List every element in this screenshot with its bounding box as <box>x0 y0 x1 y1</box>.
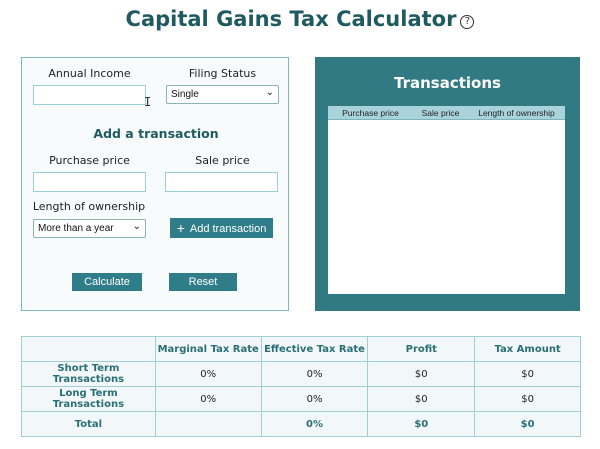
header-tax-amount: Tax Amount <box>474 336 581 362</box>
row-label: Total <box>21 411 156 437</box>
table-row: Short Term Transactions 0% 0% $0 $0 <box>21 361 581 387</box>
results-header-row: Marginal Tax Rate Effective Tax Rate Pro… <box>21 336 581 362</box>
transactions-table: Purchase price Sale price Length of owne… <box>328 106 565 294</box>
header-marginal-tax-rate: Marginal Tax Rate <box>154 336 262 362</box>
filing-status-value: Single <box>171 89 199 100</box>
marginal-tax-rate-cell: 0% <box>154 361 262 387</box>
filing-status-label: Filing Status <box>188 67 257 80</box>
add-transaction-button[interactable]: + Add transaction <box>170 218 273 238</box>
add-transaction-label: Add transaction <box>189 223 267 235</box>
page-title: Capital Gains Tax Calculator? <box>0 7 600 31</box>
text-cursor-icon: I <box>144 95 152 109</box>
transactions-header-row: Purchase price Sale price Length of owne… <box>328 106 565 120</box>
calculate-button[interactable]: Calculate <box>72 273 142 291</box>
reset-button[interactable]: Reset <box>169 273 237 291</box>
row-label: Long Term Transactions <box>21 386 156 412</box>
annual-income-label: Annual Income <box>48 67 131 80</box>
header-effective-tax-rate: Effective Tax Rate <box>260 336 369 362</box>
purchase-price-label: Purchase price <box>49 154 130 167</box>
transactions-panel: Transactions Purchase price Sale price L… <box>315 57 580 311</box>
sale-price-label: Sale price <box>195 154 250 167</box>
marginal-tax-rate-cell: 0% <box>154 386 262 412</box>
effective-tax-rate-cell: 0% <box>260 386 369 412</box>
effective-tax-rate-cell: 0% <box>260 361 369 387</box>
profit-cell: $0 <box>367 361 476 387</box>
tax-amount-cell: $0 <box>474 361 581 387</box>
column-purchase-price: Purchase price <box>342 108 399 118</box>
total-row: Total 0% $0 $0 <box>21 411 581 437</box>
row-label: Short Term Transactions <box>21 361 156 387</box>
profit-cell: $0 <box>367 386 476 412</box>
purchase-price-input[interactable] <box>33 172 146 192</box>
tax-amount-cell: $0 <box>474 386 581 412</box>
effective-tax-rate-cell: 0% <box>260 411 369 437</box>
length-of-ownership-value: More than a year <box>38 223 114 234</box>
length-of-ownership-select[interactable]: More than a year ⌄ <box>33 219 146 238</box>
table-row: Long Term Transactions 0% 0% $0 $0 <box>21 386 581 412</box>
chevron-down-icon: ⌄ <box>265 87 274 98</box>
calculator-form: Annual Income Filing Status I Single ⌄ A… <box>21 57 289 311</box>
column-sale-price: Sale price <box>421 108 460 118</box>
profit-cell: $0 <box>367 411 476 437</box>
tax-amount-cell: $0 <box>474 411 581 437</box>
header-profit: Profit <box>367 336 476 362</box>
chevron-down-icon: ⌄ <box>132 221 141 232</box>
transactions-title: Transactions <box>394 74 501 92</box>
help-icon[interactable]: ? <box>460 15 475 29</box>
marginal-tax-rate-cell <box>154 411 262 437</box>
header-empty <box>21 336 156 362</box>
annual-income-input[interactable] <box>33 85 146 105</box>
plus-icon: + <box>176 220 185 236</box>
length-of-ownership-label: Length of ownership <box>32 200 146 213</box>
column-length-of-ownership: Length of ownership <box>478 108 555 118</box>
filing-status-select[interactable]: Single ⌄ <box>166 85 279 104</box>
sale-price-input[interactable] <box>165 172 278 192</box>
results-table: Marginal Tax Rate Effective Tax Rate Pro… <box>21 336 581 437</box>
add-transaction-heading: Add a transaction <box>93 126 219 141</box>
page-title-text: Capital Gains Tax Calculator <box>125 7 457 31</box>
